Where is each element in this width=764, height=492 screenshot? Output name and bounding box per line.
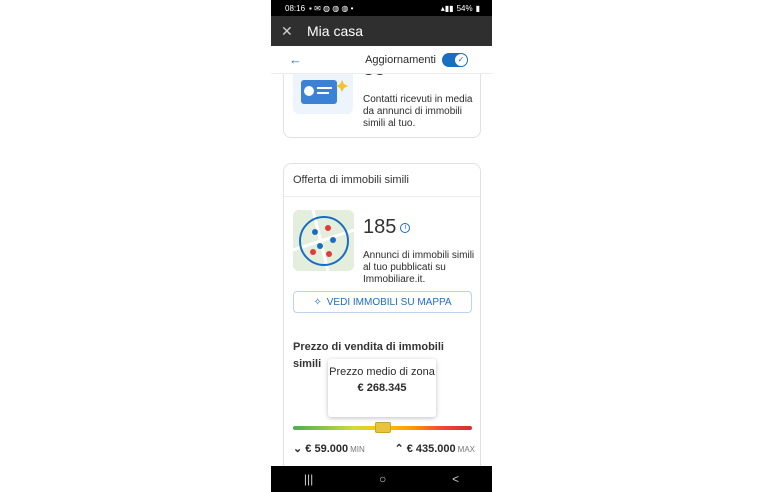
updates-toggle[interactable]: ✓: [442, 52, 468, 67]
status-bar: 08:16 ▪ ✉ ◍ ◍ ◍ • ▴▮▮ 54% ▮: [271, 0, 492, 16]
average-price-marker[interactable]: [374, 422, 391, 433]
max-price-label: MAX: [457, 445, 475, 454]
close-icon[interactable]: ✕: [281, 23, 299, 40]
price-range-labels: ⌄ € 59.000 MIN ⌃ € 435.000 MAX: [293, 442, 475, 455]
recent-apps-button[interactable]: |||: [304, 472, 313, 486]
home-button[interactable]: ○: [379, 472, 386, 486]
view-on-map-button[interactable]: ✧ VEDI IMMOBILI SU MAPPA: [293, 291, 472, 313]
map-illustration-icon: [293, 210, 354, 271]
signal-icon: ▴▮▮: [440, 3, 454, 13]
chevron-down-icon: ⌄: [293, 443, 306, 455]
chevron-up-icon: ⌃: [394, 443, 407, 455]
info-icon[interactable]: i: [400, 222, 411, 233]
max-price: ⌃ € 435.000 MAX: [394, 442, 475, 455]
status-time: 08:16: [285, 3, 306, 13]
battery-icon: ▮: [475, 3, 480, 13]
average-price-tooltip: Prezzo medio di zona € 268.345: [328, 359, 436, 417]
min-price-value: € 59.000: [305, 443, 349, 455]
check-icon: ✓: [455, 53, 467, 66]
price-range-bar: [293, 422, 472, 433]
offer-description: Annunci di immobili simili al tuo pubbli…: [363, 250, 475, 285]
min-price-label: MIN: [350, 445, 365, 454]
updates-label: Aggiornamenti: [365, 53, 436, 66]
offer-card-title: Offerta di immobili simili: [284, 164, 480, 197]
scroll-content[interactable]: 38 Contatti ricevuti in media da annunci…: [271, 74, 492, 466]
updates-toggle-row[interactable]: Aggiornamenti ✓: [365, 52, 468, 67]
app-bar: ✕ Mia casa: [271, 16, 492, 46]
tooltip-value: € 268.345: [357, 382, 407, 394]
tooltip-title: Prezzo medio di zona: [329, 366, 435, 378]
contacts-number: 38: [363, 74, 385, 81]
contacts-illustration-icon: [293, 74, 353, 114]
offer-count: 185: [363, 216, 397, 238]
battery-text: 54%: [456, 3, 473, 13]
sparkle-icon: ✧: [313, 296, 322, 308]
contacts-card: 38 Contatti ricevuti in media da annunci…: [283, 74, 481, 138]
system-back-button[interactable]: <: [452, 472, 459, 486]
contacts-description: Contatti ricevuti in media da annunci di…: [363, 94, 473, 129]
system-nav-bar: ||| ○ <: [271, 466, 492, 492]
phone-screen: 08:16 ▪ ✉ ◍ ◍ ◍ • ▴▮▮ 54% ▮ ✕ Mia casa ←…: [271, 0, 492, 492]
min-price: ⌄ € 59.000 MIN: [293, 442, 365, 455]
offer-count-row: 185 i: [363, 216, 411, 239]
page-title: Mia casa: [307, 23, 364, 39]
back-arrow-icon[interactable]: ←: [289, 52, 302, 67]
view-on-map-label: VEDI IMMOBILI SU MAPPA: [326, 296, 452, 308]
notification-icons: ▪ ✉ ◍ ◍ ◍ •: [309, 3, 354, 13]
max-price-value: € 435.000: [406, 443, 456, 455]
sub-header: ← Aggiornamenti ✓: [271, 46, 492, 74]
offer-card: Offerta di immobili simili 185 i Annunci…: [283, 163, 481, 466]
